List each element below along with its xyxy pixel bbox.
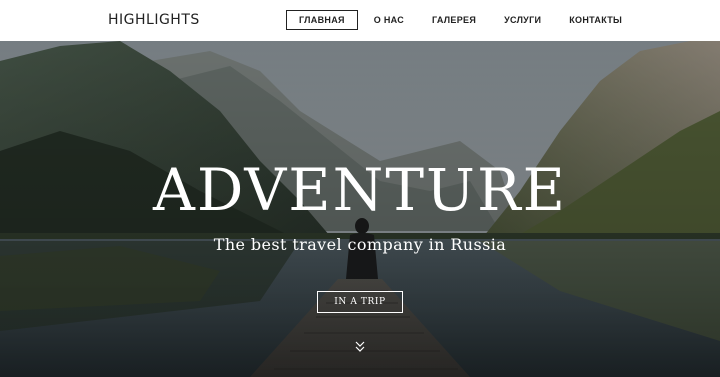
double-chevron-down-icon[interactable]	[354, 340, 366, 354]
in-a-trip-button[interactable]: IN A TRIP	[317, 291, 403, 313]
hero-section: ADVENTURE The best travel company in Rus…	[0, 41, 720, 377]
hero-title: ADVENTURE	[153, 156, 567, 224]
nav-item-contacts[interactable]: КОНТАКТЫ	[555, 11, 636, 29]
nav-item-services[interactable]: УСЛУГИ	[490, 11, 555, 29]
site-header: HIGHLIGHTS ГЛАВНАЯ О НАС ГАЛЕРЕЯ УСЛУГИ …	[0, 0, 720, 41]
hero-subtitle: The best travel company in Russia	[213, 235, 507, 254]
site-logo[interactable]: HIGHLIGHTS	[108, 11, 200, 29]
nav-item-home[interactable]: ГЛАВНАЯ	[286, 10, 358, 30]
nav-item-gallery[interactable]: ГАЛЕРЕЯ	[418, 11, 490, 29]
nav-item-about[interactable]: О НАС	[360, 11, 418, 29]
main-nav: ГЛАВНАЯ О НАС ГАЛЕРЕЯ УСЛУГИ КОНТАКТЫ	[286, 10, 636, 30]
